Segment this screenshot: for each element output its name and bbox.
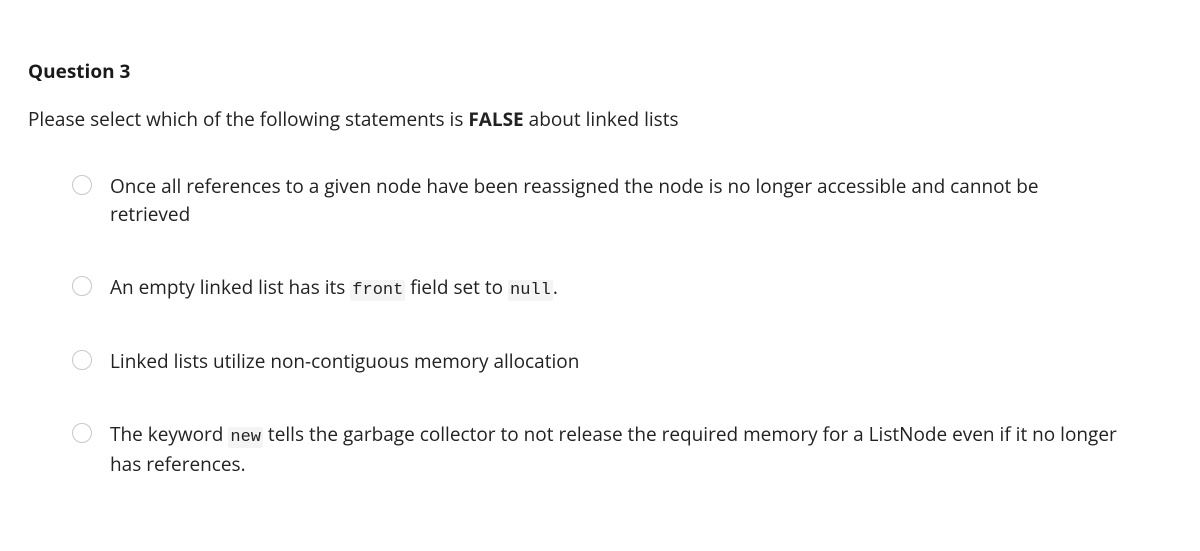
- option-b-code-front: front: [350, 280, 405, 301]
- question-heading: Question 3: [28, 58, 1172, 84]
- option-a[interactable]: Once all references to a given node have…: [72, 172, 1172, 229]
- option-d[interactable]: The keyword new tells the garbage collec…: [72, 420, 1172, 479]
- option-b[interactable]: An empty linked list has its front field…: [72, 273, 1172, 304]
- radio-b[interactable]: [72, 276, 92, 296]
- option-b-text: An empty linked list has its front field…: [110, 273, 558, 304]
- option-b-code-null: null: [508, 280, 553, 301]
- question-block: Question 3 Please select which of the fo…: [0, 0, 1200, 519]
- option-b-pre: An empty linked list has its: [110, 274, 350, 300]
- option-a-text: Once all references to a given node have…: [110, 172, 1120, 229]
- option-c-text: Linked lists utilize non-contiguous memo…: [110, 347, 579, 376]
- prompt-post: about linked lists: [524, 106, 679, 132]
- radio-d[interactable]: [72, 423, 92, 443]
- radio-a[interactable]: [72, 175, 92, 195]
- options-list: Once all references to a given node have…: [28, 172, 1172, 479]
- option-d-code-new: new: [228, 427, 263, 448]
- radio-c[interactable]: [72, 350, 92, 370]
- option-b-post: .: [553, 274, 558, 300]
- prompt-emphasis: FALSE: [468, 106, 523, 132]
- option-b-mid: field set to: [405, 274, 508, 300]
- question-prompt: Please select which of the following sta…: [28, 106, 1172, 134]
- option-c[interactable]: Linked lists utilize non-contiguous memo…: [72, 347, 1172, 376]
- prompt-pre: Please select which of the following sta…: [28, 106, 468, 132]
- option-d-pre: The keyword: [110, 421, 228, 447]
- option-d-text: The keyword new tells the garbage collec…: [110, 420, 1120, 479]
